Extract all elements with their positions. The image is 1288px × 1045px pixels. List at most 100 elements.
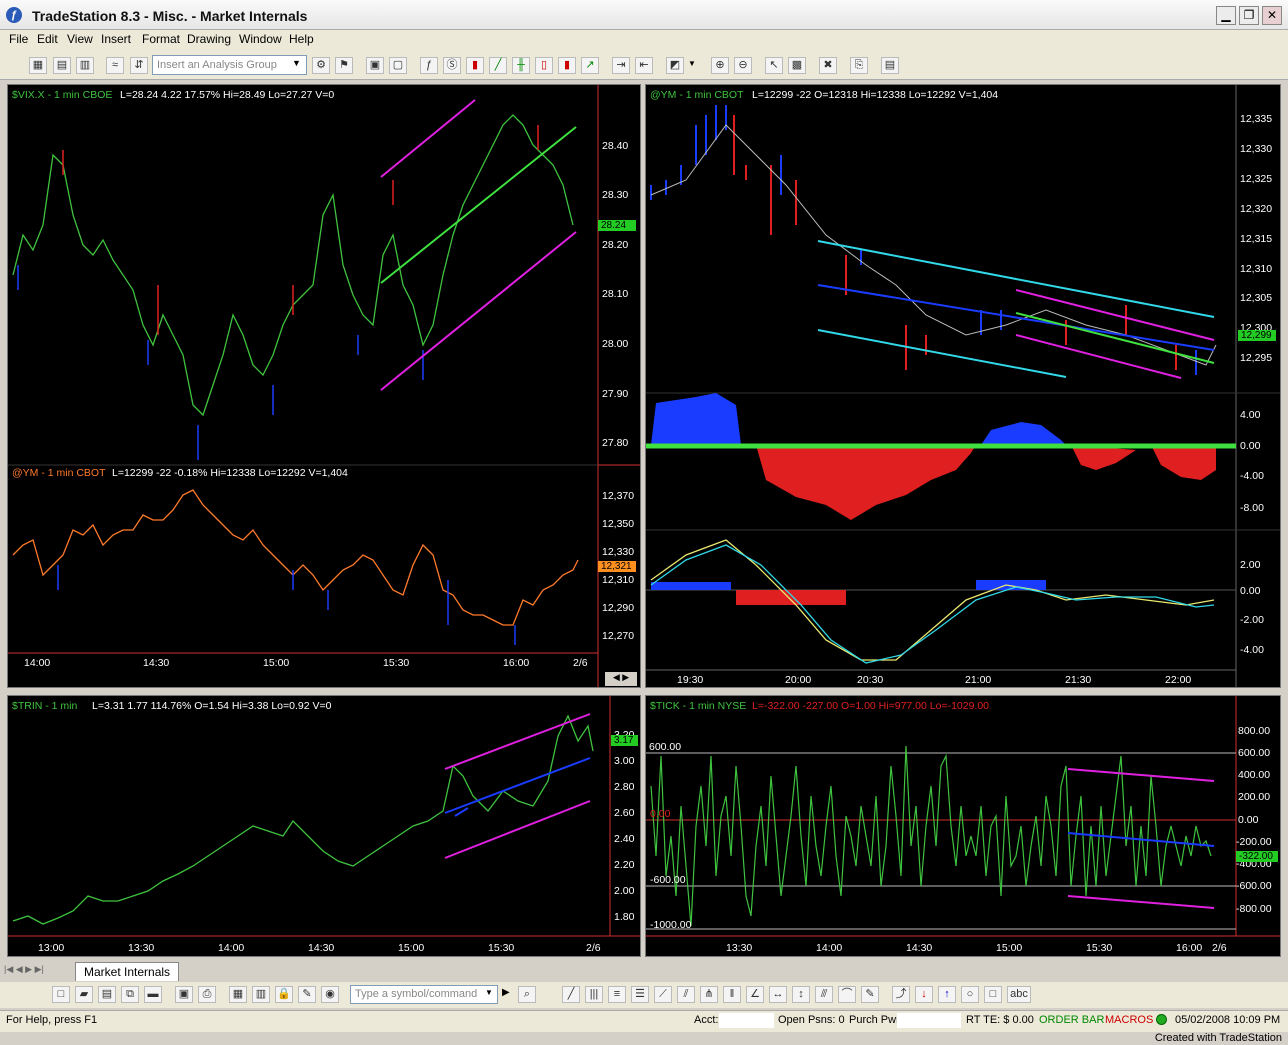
order-bar-toggle[interactable]: ORDER BAR	[1039, 1014, 1104, 1026]
horizontal-lines-icon[interactable]: ≡	[608, 986, 626, 1003]
tick-axis-label: 400.00	[1238, 769, 1271, 781]
cascade-icon[interactable]: ▢	[389, 57, 407, 74]
menu-drawing[interactable]: Drawing	[187, 32, 231, 46]
pencil-icon[interactable]: ✎	[861, 986, 879, 1003]
print-preview-icon[interactable]: ▣	[175, 986, 193, 1003]
insert-strategy-icon[interactable]: Ⓢ	[443, 57, 461, 74]
curve-icon[interactable]: ⤴	[892, 986, 910, 1003]
created-with-footer: Created with TradeStation	[1154, 1032, 1282, 1044]
chevron-down-icon[interactable]: ▼	[485, 988, 493, 997]
ym-left-axis-label: 12,310	[602, 574, 635, 586]
restore-button[interactable]: ❐	[1239, 6, 1259, 25]
angle-icon[interactable]: ∠	[746, 986, 764, 1003]
fibonacci-icon[interactable]: ☰	[631, 986, 649, 1003]
order-entry-icon[interactable]: ⎘	[850, 57, 868, 74]
properties-icon[interactable]: ⚑	[335, 57, 353, 74]
time-cycle-icon[interactable]: ‖	[723, 986, 741, 1003]
scroll-arrows[interactable]: ◀ ▶	[605, 672, 637, 686]
folder-icon[interactable]: ▬	[144, 986, 162, 1003]
menu-help[interactable]: Help	[289, 32, 314, 46]
chevron-down-icon[interactable]: ▼	[688, 59, 696, 68]
symbol-command-input[interactable]: Type a symbol/command	[350, 985, 498, 1004]
down-arrow-icon[interactable]: ↓	[915, 986, 933, 1003]
space-to-right-icon[interactable]: ⇥	[612, 57, 630, 74]
trin-regression	[444, 757, 591, 814]
save-icon[interactable]: ▤	[98, 986, 116, 1003]
osc1-axis-label: 4.00	[1240, 409, 1261, 421]
zoom-in-icon[interactable]: ⊕	[711, 57, 729, 74]
status-open-positions: Open Psns: 0	[778, 1014, 845, 1026]
time-axis-label: 22:00	[1165, 674, 1192, 686]
parallel-lines-icon[interactable]: ⫻	[815, 986, 833, 1003]
messages-icon[interactable]: ▤	[881, 57, 899, 74]
osc1-axis-label: -4.00	[1240, 470, 1264, 482]
data-window-icon[interactable]: ▩	[788, 57, 806, 74]
andrews-pitchfork-icon[interactable]: ⋔	[700, 986, 718, 1003]
ohlc-bar-icon[interactable]: ╫	[512, 57, 530, 74]
scanner-icon[interactable]: ⇵	[130, 57, 148, 74]
ym-right-header-values: L=12299 -22 O=12318 Hi=12338 Lo=12292 V=…	[752, 89, 999, 101]
tick-axis-label: 0.00	[1238, 814, 1259, 826]
new-chart-icon[interactable]: ▦	[29, 57, 47, 74]
analysis-group-select[interactable]: Insert an Analysis Group	[152, 55, 307, 75]
menu-format[interactable]: Format	[142, 32, 180, 46]
compress-bars-icon[interactable]: ⇤	[635, 57, 653, 74]
ym-left-axis-label: 12,270	[602, 630, 635, 642]
line-chart-icon[interactable]: ╱	[489, 57, 507, 74]
date-axis-label: 2/6	[573, 657, 588, 669]
lock-icon[interactable]: 🔒	[275, 986, 293, 1003]
zoom-out-icon[interactable]: ⊖	[734, 57, 752, 74]
up-arrow-icon[interactable]: ↑	[938, 986, 956, 1003]
menu-window[interactable]: Window	[239, 32, 282, 46]
tab-market-internals[interactable]: Market Internals	[75, 962, 180, 981]
chart-analysis-icon[interactable]: ≈	[106, 57, 124, 74]
osc2-axis-label: -4.00	[1240, 644, 1264, 656]
arc-icon[interactable]: ⌒	[838, 986, 856, 1003]
speed-lines-icon[interactable]: ⫽	[677, 986, 695, 1003]
hollow-candle-icon[interactable]: ▮	[558, 57, 576, 74]
time-axis-label: 13:30	[726, 942, 753, 954]
window-layout-icon[interactable]: ▣	[366, 57, 384, 74]
menu-file[interactable]: File	[9, 32, 28, 46]
line-on-close-icon[interactable]: ↗	[581, 57, 599, 74]
chevron-down-icon[interactable]: ▼	[292, 58, 301, 68]
text-tool-icon[interactable]: abc	[1007, 986, 1031, 1003]
pointer-icon[interactable]: ↖	[765, 57, 783, 74]
menu-insert[interactable]: Insert	[101, 32, 131, 46]
osc2-axis-label: 2.00	[1240, 559, 1261, 571]
format-icon[interactable]: ⚙	[312, 57, 330, 74]
vix-axis-label: 28.20	[602, 239, 629, 251]
copy-icon[interactable]: ⧉	[121, 986, 139, 1003]
print-icon[interactable]: ⎙	[198, 986, 216, 1003]
candlestick-icon[interactable]: ▯	[535, 57, 553, 74]
open-folder-icon[interactable]: ▰	[75, 986, 93, 1003]
symbol-lookup-icon[interactable]: ⌕	[518, 986, 536, 1003]
macros-toggle[interactable]: MACROS	[1105, 1014, 1153, 1026]
link-icon[interactable]: ✎	[298, 986, 316, 1003]
insert-indicator-icon[interactable]: ƒ	[420, 57, 438, 74]
menu-edit[interactable]: Edit	[37, 32, 58, 46]
vix-last-price-tag: 28.24	[598, 220, 636, 231]
ellipse-icon[interactable]: ○	[961, 986, 979, 1003]
menu-view[interactable]: View	[67, 32, 93, 46]
tab-scroll-arrows-icon[interactable]: |◀ ◀ ▶ ▶|	[4, 964, 44, 975]
vertical-arrow-icon[interactable]: ↕	[792, 986, 810, 1003]
play-icon[interactable]: ▶	[502, 987, 510, 998]
tools-icon[interactable]: ✖	[819, 57, 837, 74]
osc2-axis-label: -2.00	[1240, 614, 1264, 626]
horizontal-arrow-icon[interactable]: ↔	[769, 986, 787, 1003]
bar-chart-style-icon[interactable]: ▮	[466, 57, 484, 74]
close-button[interactable]: ✕	[1262, 6, 1282, 25]
color-scheme-icon[interactable]: ◩	[666, 57, 684, 74]
color-icon[interactable]: ◉	[321, 986, 339, 1003]
workspace-icon[interactable]: ▦	[229, 986, 247, 1003]
trendline-icon[interactable]: ╱	[562, 986, 580, 1003]
gann-fan-icon[interactable]: ⟋	[654, 986, 672, 1003]
new-matrix-icon[interactable]: ▥	[76, 57, 94, 74]
rectangle-icon[interactable]: □	[984, 986, 1002, 1003]
new-document-icon[interactable]: □	[52, 986, 70, 1003]
window-icon[interactable]: ▥	[252, 986, 270, 1003]
new-radarscreen-icon[interactable]: ▤	[53, 57, 71, 74]
minimize-button[interactable]: ▁	[1216, 6, 1236, 25]
vertical-lines-icon[interactable]: |||	[585, 986, 603, 1003]
